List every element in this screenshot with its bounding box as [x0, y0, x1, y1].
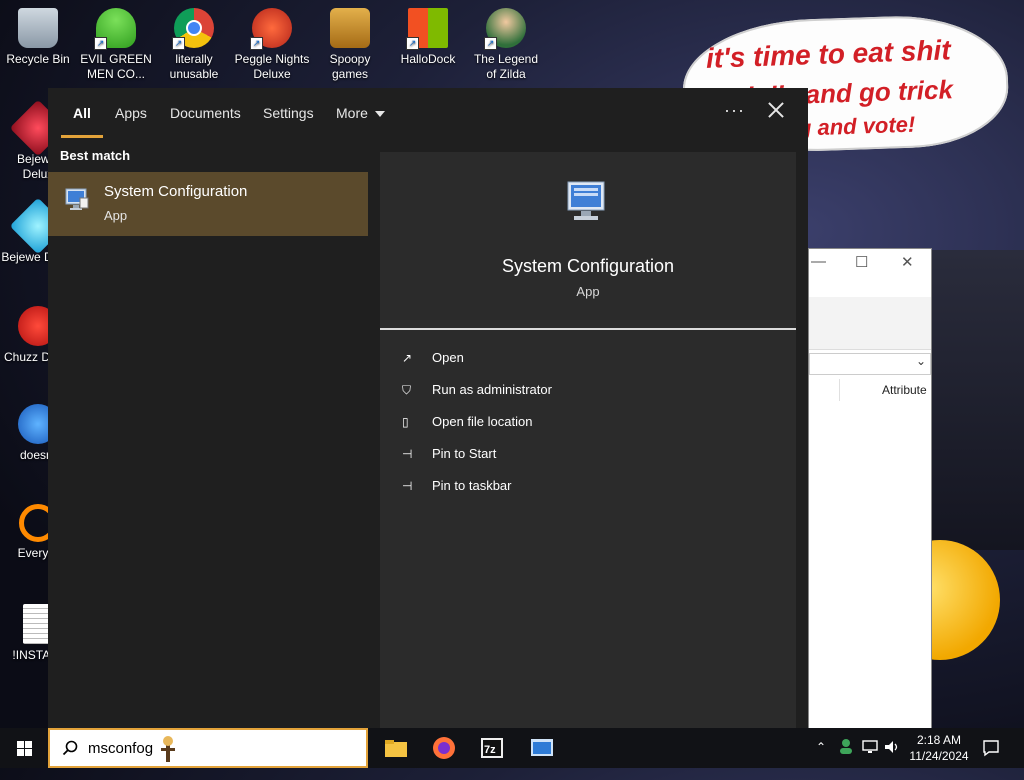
pin-icon: ⊣ [402, 447, 413, 461]
search-input[interactable] [88, 736, 308, 760]
folder-icon [330, 8, 370, 48]
maximize-icon[interactable]: ☐ [855, 253, 868, 271]
results-list: Best match System Configuration App [48, 138, 368, 728]
search-icon [62, 740, 78, 756]
detail-title: System Configuration [501, 256, 675, 276]
shortcut-arrow-icon: ↗ [484, 37, 497, 50]
best-match-subtitle: App [104, 208, 128, 223]
7zip-icon[interactable]: 7z [480, 736, 504, 760]
close-search-button[interactable] [764, 98, 788, 122]
shield-icon: ⛉ [402, 383, 412, 397]
tab-settings[interactable]: Settings [263, 88, 314, 138]
speech-line-1: it's time to eat shit [705, 34, 952, 74]
open-icon: ↗ [402, 351, 413, 365]
desktop-icon-evil-green-men[interactable]: ↗ EVIL GREEN MEN CO... [78, 0, 154, 82]
tab-more-label: More [336, 105, 368, 121]
system-configuration-icon [65, 188, 89, 210]
tab-documents[interactable]: Documents [170, 88, 241, 138]
tab-more[interactable]: More [336, 88, 385, 138]
desktop-icon-peggle-nights[interactable]: ↗ Peggle Nights Deluxe [234, 0, 310, 82]
background-window-ribbon [809, 297, 931, 350]
tab-apps[interactable]: Apps [115, 88, 147, 138]
clock-date: 11/24/2024 [909, 749, 969, 763]
taskbar-clock[interactable]: 2:18 AM 11/24/2024 [904, 732, 974, 764]
notifications-icon[interactable] [982, 739, 1000, 779]
wallpaper-castle [930, 250, 1024, 550]
search-panel: All Apps Documents Settings More ··· Bes… [48, 88, 808, 728]
shortcut-arrow-icon: ↗ [406, 37, 419, 50]
file-explorer-icon[interactable] [384, 736, 408, 760]
action-pin-to-start[interactable]: ⊣ Pin to Start [402, 442, 782, 466]
file-location-icon: ▯ [402, 415, 409, 429]
pin-icon: ⊣ [402, 479, 413, 493]
minimize-icon[interactable]: — [811, 253, 826, 270]
clock-time: 2:18 AM [916, 733, 962, 747]
action-open-file-location[interactable]: ▯ Open file location [402, 410, 782, 434]
tab-all[interactable]: All [61, 88, 103, 138]
start-button[interactable] [0, 728, 48, 768]
chrome-icon: ↗ [172, 8, 214, 50]
caret-down-icon [374, 111, 385, 118]
action-run-as-administrator[interactable]: ⛉ Run as administrator [402, 378, 782, 402]
app-window-icon[interactable] [530, 736, 554, 760]
desktop-icon-literally-unusable[interactable]: ↗ literally unusable [156, 0, 232, 82]
column-header-attribute[interactable]: Attribute [839, 379, 931, 401]
background-explorer-window[interactable]: — ☐ ✕ ⌄ Attribute [808, 248, 932, 730]
volume-icon[interactable] [884, 739, 900, 779]
desktop-icon-recycle-bin[interactable]: Recycle Bin [0, 0, 76, 67]
windows-logo-icon: ↗ [406, 8, 448, 50]
background-window-titlebar: — ☐ ✕ [809, 249, 931, 297]
chevron-down-icon: ⌄ [915, 354, 926, 368]
more-options-icon[interactable]: ··· [724, 100, 745, 121]
desktop-icon-legend-of-zilda[interactable]: ↗ The Legend of Zilda [468, 0, 544, 82]
user-tray-icon[interactable] [838, 738, 854, 778]
background-window-address-bar[interactable]: ⌄ [809, 353, 931, 375]
recycle-bin-icon [18, 8, 58, 48]
best-match-result[interactable]: System Configuration App [48, 172, 368, 236]
network-icon[interactable] [862, 739, 878, 779]
best-match-heading: Best match [60, 148, 131, 163]
shortcut-arrow-icon: ↗ [250, 37, 263, 50]
taskbar-search-box[interactable] [48, 728, 368, 768]
zilda-icon: ↗ [484, 8, 526, 50]
cursor-figure-icon [161, 736, 175, 762]
firefox-icon[interactable] [432, 736, 456, 760]
close-icon[interactable]: ✕ [901, 253, 914, 271]
shortcut-arrow-icon: ↗ [94, 37, 107, 50]
green-men-icon: ↗ [94, 8, 136, 50]
action-pin-to-taskbar[interactable]: ⊣ Pin to taskbar [402, 474, 782, 498]
action-open[interactable]: ↗ Open [402, 346, 782, 370]
system-configuration-large-icon [567, 181, 605, 220]
best-match-title: System Configuration [104, 183, 248, 200]
peggle-icon: ↗ [250, 8, 292, 50]
detail-divider [380, 328, 796, 330]
detail-pane: System Configuration App ↗ Open ⛉ Run as… [380, 152, 796, 728]
detail-subtitle: App [576, 284, 600, 299]
search-tabs: All Apps Documents Settings More ··· [48, 88, 808, 138]
shortcut-arrow-icon: ↗ [172, 37, 185, 50]
show-hidden-icons-icon[interactable]: ⌃ [816, 740, 826, 780]
desktop-icon-hallodock[interactable]: ↗ HalloDock [390, 0, 466, 67]
desktop-icon-spoopy-games[interactable]: Spoopy games [312, 0, 388, 82]
svg-text:7z: 7z [484, 744, 496, 756]
